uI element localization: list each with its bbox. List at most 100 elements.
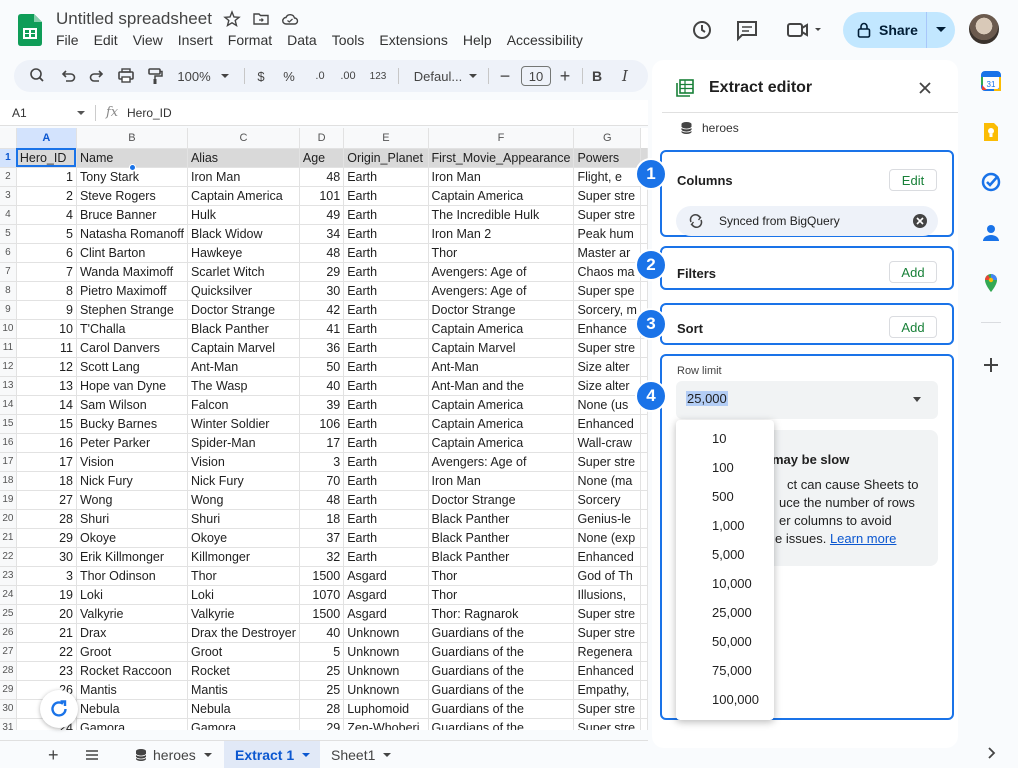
grid-cell[interactable] <box>640 566 648 586</box>
grid-cell[interactable]: Shuri <box>187 509 300 529</box>
grid-cell[interactable]: 29 <box>299 718 345 730</box>
grid-cell[interactable] <box>640 623 648 643</box>
grid-cell[interactable]: 12 <box>16 357 77 377</box>
grid-cell[interactable]: 36 <box>299 338 345 358</box>
grid-cell[interactable]: Vision <box>187 452 300 472</box>
grid-cell[interactable]: Quicksilver <box>187 281 300 301</box>
grid-cell[interactable]: Iron Man <box>428 167 575 187</box>
grid-cell[interactable]: 28 <box>299 699 345 719</box>
grid-cell[interactable]: Clint Barton <box>76 243 188 263</box>
grid-cell[interactable]: Wong <box>76 490 188 510</box>
grid-cell[interactable]: Mantis <box>187 680 300 700</box>
grid-cell[interactable]: Thor <box>187 566 300 586</box>
grid-cell[interactable]: Nick Fury <box>187 471 300 491</box>
grid-cell[interactable]: Unknown <box>343 661 429 681</box>
grid-cell[interactable]: None (us <box>573 395 641 415</box>
grid-cell[interactable]: Alias <box>187 148 300 168</box>
grid-cell[interactable]: Thor <box>428 566 575 586</box>
grid-cell[interactable] <box>640 281 648 301</box>
grid-cell[interactable]: Bucky Barnes <box>76 414 188 434</box>
grid-cell[interactable]: 6 <box>16 243 77 263</box>
chevron-down-icon[interactable] <box>76 109 86 117</box>
edit-columns-button[interactable]: Edit <box>889 169 937 191</box>
grid-cell[interactable]: Captain America <box>187 186 300 206</box>
row-header[interactable]: 1 <box>0 148 17 168</box>
star-icon[interactable] <box>223 10 241 28</box>
grid-cell[interactable]: Earth <box>343 376 429 396</box>
zoom-select[interactable]: 100% <box>176 60 212 92</box>
grid-cell[interactable]: Doctor Strange <box>187 300 300 320</box>
spreadsheet-grid[interactable]: A B C D E F G 1 Hero_ID Name Alias Age Origin… <box>0 128 648 730</box>
grid-cell[interactable]: Winter Soldier <box>187 414 300 434</box>
chevron-down-icon[interactable] <box>220 60 230 92</box>
name-box[interactable]: A1 <box>12 106 27 120</box>
grid-cell[interactable]: Earth <box>343 509 429 529</box>
grid-cell[interactable]: 41 <box>299 319 345 339</box>
grid-cell[interactable]: Guardians of the <box>428 718 575 730</box>
grid-cell[interactable]: Genius-le <box>573 509 641 529</box>
grid-cell[interactable]: Origin_Planet <box>343 148 429 168</box>
grid-cell[interactable]: Unknown <box>343 680 429 700</box>
grid-cell[interactable]: Guardians of the <box>428 699 575 719</box>
grid-cell[interactable]: Avengers: Age of <box>428 262 575 282</box>
grid-cell[interactable]: Natasha Romanoff <box>76 224 188 244</box>
grid-cell[interactable]: Zen-Whoberi <box>343 718 429 730</box>
grid-cell[interactable]: Sorcery <box>573 490 641 510</box>
grid-cell[interactable]: Super stre <box>573 604 641 624</box>
formula-input[interactable]: Hero_ID <box>127 106 172 120</box>
row-limit-option[interactable]: 50,000 <box>676 627 774 656</box>
undo-icon[interactable] <box>59 60 77 92</box>
grid-cell[interactable]: Super stre <box>573 186 641 206</box>
grid-cell[interactable]: Size alter <box>573 376 641 396</box>
grid-cell[interactable]: Avengers: Age of <box>428 452 575 472</box>
grid-cell[interactable]: Valkyrie <box>187 604 300 624</box>
grid-cell[interactable]: Earth <box>343 357 429 377</box>
row-header[interactable]: 9 <box>0 300 17 320</box>
row-header[interactable]: 8 <box>0 281 17 301</box>
sheet-tab-heroes[interactable]: heroes <box>124 741 220 768</box>
row-header[interactable]: 25 <box>0 604 17 624</box>
share-main[interactable]: Share <box>843 12 927 48</box>
folder-icon[interactable] <box>252 10 270 28</box>
grid-cell[interactable]: Earth <box>343 414 429 434</box>
sheets-logo-icon[interactable] <box>18 14 42 46</box>
row-limit-option[interactable]: 1,000 <box>676 511 774 540</box>
row-header[interactable]: 11 <box>0 338 17 358</box>
grid-cell[interactable]: Asgard <box>343 604 429 624</box>
grid-cell[interactable]: Thor Odinson <box>76 566 188 586</box>
grid-cell[interactable]: 8 <box>16 281 77 301</box>
refresh-button[interactable] <box>40 690 78 728</box>
grid-cell[interactable]: Earth <box>343 395 429 415</box>
menu-view[interactable]: View <box>133 32 163 48</box>
grid-cell[interactable]: Guardians of the <box>428 680 575 700</box>
paint-format-icon[interactable] <box>146 60 164 92</box>
add-sort-button[interactable]: Add <box>889 316 937 338</box>
grid-cell[interactable]: Captain Marvel <box>428 338 575 358</box>
grid-cell[interactable]: Killmonger <box>187 547 300 567</box>
row-header[interactable]: 5 <box>0 224 17 244</box>
print-icon[interactable] <box>116 60 136 92</box>
bold-button[interactable]: B <box>590 60 604 92</box>
share-button[interactable]: Share <box>843 12 955 48</box>
row-limit-option[interactable]: 10,000 <box>676 569 774 598</box>
chevron-down-icon[interactable] <box>203 752 212 758</box>
redo-icon[interactable] <box>88 60 106 92</box>
grid-cell[interactable]: Empathy, <box>573 680 641 700</box>
row-header[interactable]: 4 <box>0 205 17 225</box>
grid-cell[interactable]: Earth <box>343 186 429 206</box>
row-header[interactable]: 27 <box>0 642 17 662</box>
add-sheet-button[interactable]: + <box>48 741 59 768</box>
grid-cell[interactable]: Mantis <box>76 680 188 700</box>
grid-cell[interactable]: Earth <box>343 452 429 472</box>
menu-help[interactable]: Help <box>463 32 492 48</box>
row-limit-option[interactable]: 5,000 <box>676 540 774 569</box>
grid-cell[interactable]: Spider-Man <box>187 433 300 453</box>
menu-format[interactable]: Format <box>228 32 272 48</box>
grid-cell[interactable]: Hope van Dyne <box>76 376 188 396</box>
maps-icon[interactable] <box>980 272 1002 294</box>
grid-cell[interactable] <box>640 680 648 700</box>
cloud-icon[interactable] <box>281 10 299 28</box>
grid-cell[interactable]: Asgard <box>343 566 429 586</box>
grid-cell[interactable]: Guardians of the <box>428 661 575 681</box>
grid-cell[interactable]: 28 <box>16 509 77 529</box>
